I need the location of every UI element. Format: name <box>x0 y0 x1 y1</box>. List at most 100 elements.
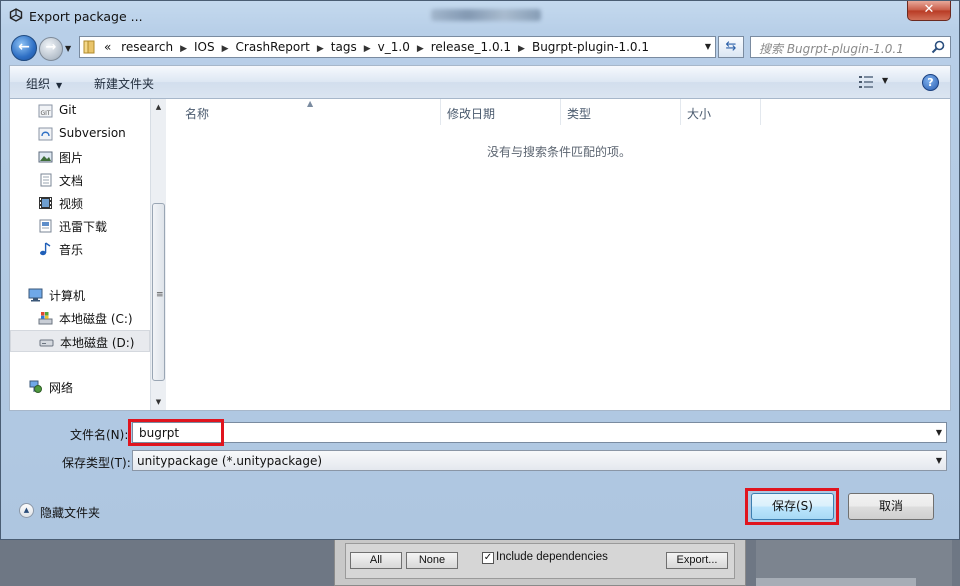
view-options-icon[interactable] <box>858 75 874 89</box>
command-bar: 组织 ▼ 新建文件夹 ▼ ? <box>9 65 951 98</box>
nav-item-label: 网络 <box>49 381 74 395</box>
music-icon <box>40 242 51 256</box>
breadcrumb-separator-icon[interactable]: ▶ <box>518 44 525 54</box>
unity-icon <box>9 8 23 22</box>
nav-item-thunder-downloads[interactable]: 迅雷下载 <box>10 215 150 237</box>
title-bar: Export package ... ✕ <box>1 1 959 31</box>
organize-label: 组织 <box>26 77 51 91</box>
close-button[interactable]: ✕ <box>907 1 951 21</box>
all-button[interactable]: All <box>350 552 402 569</box>
git-folder-icon: GIT <box>38 104 53 118</box>
column-header-label: 修改日期 <box>447 107 496 121</box>
nav-item-git[interactable]: GIT Git <box>10 100 150 122</box>
nav-item-pictures[interactable]: 图片 <box>10 146 150 168</box>
grip-icon: ≡ <box>156 290 164 300</box>
nav-item-label: 计算机 <box>49 289 86 303</box>
scroll-up-icon[interactable]: ▲ <box>151 99 166 115</box>
filetype-value: unitypackage (*.unitypackage) <box>137 454 323 468</box>
browser-area: GIT Git Subversion 图片 文档 视频 迅雷下载 音乐 计算机 … <box>9 98 951 411</box>
breadcrumb-separator-icon[interactable]: ▶ <box>180 44 187 54</box>
nav-pane-scrollbar[interactable]: ▲ ≡ ▼ <box>150 99 166 410</box>
breadcrumb-item[interactable]: Bugrpt-plugin-1.0.1 <box>532 40 649 54</box>
back-button[interactable]: ← <box>11 35 37 61</box>
breadcrumb-item[interactable]: release_1.0.1 <box>431 40 511 54</box>
address-history-chevron-icon[interactable]: ▼ <box>705 42 711 51</box>
breadcrumb: « research ▶ IOS ▶ CrashReport ▶ tags ▶ v_1.0 ▶ re… <box>104 40 649 54</box>
column-header-type[interactable]: 类型 <box>561 99 681 125</box>
nav-item-label: 本地磁盘 (D:) <box>60 336 135 350</box>
file-list: 名称 ▲ 修改日期 类型 大小 没有与搜索条件匹配的项。 <box>167 99 950 410</box>
column-header-name[interactable]: 名称 ▲ <box>167 99 441 125</box>
address-bar[interactable]: « research ▶ IOS ▶ CrashReport ▶ tags ▶ v_1.0 ▶ re… <box>79 36 716 58</box>
sort-ascending-icon: ▲ <box>307 99 314 108</box>
nav-item-label: 视频 <box>59 197 84 211</box>
nav-item-drive-c[interactable]: 本地磁盘 (C:) <box>10 307 150 329</box>
nav-item-network[interactable]: 网络 <box>10 376 150 398</box>
breadcrumb-item[interactable]: CrashReport <box>236 40 310 54</box>
column-header-label: 名称 <box>185 107 210 121</box>
nav-item-label: Git <box>59 103 77 117</box>
nav-item-label: 迅雷下载 <box>59 220 108 234</box>
filename-highlight-box <box>128 419 224 446</box>
folder-icon <box>83 40 95 54</box>
chevron-up-icon: ▲ <box>19 503 34 518</box>
forward-button[interactable]: → <box>39 37 63 61</box>
export-button[interactable]: Export... <box>666 552 728 569</box>
nav-item-documents[interactable]: 文档 <box>10 169 150 191</box>
svn-folder-icon <box>38 127 53 141</box>
hide-folders-label: 隐藏文件夹 <box>40 506 101 520</box>
new-folder-button[interactable]: 新建文件夹 <box>94 75 154 92</box>
column-header-size[interactable]: 大小 <box>681 99 761 125</box>
breadcrumb-item[interactable]: v_1.0 <box>378 40 410 54</box>
nav-item-music[interactable]: 音乐 <box>10 238 150 260</box>
network-icon <box>29 380 42 393</box>
chevron-down-icon: ▼ <box>56 81 63 90</box>
filename-chevron-down-icon[interactable]: ▼ <box>936 428 942 437</box>
nav-item-label: Subversion <box>59 126 126 140</box>
search-icon[interactable] <box>931 40 945 54</box>
nav-item-subversion[interactable]: Subversion <box>10 123 150 145</box>
cancel-button[interactable]: 取消 <box>848 493 934 520</box>
scroll-down-icon[interactable]: ▼ <box>151 394 166 410</box>
redacted-title-area <box>431 9 541 21</box>
search-input[interactable]: 搜索 Bugrpt-plugin-1.0.1 <box>759 40 904 57</box>
save-highlight-box <box>745 488 839 525</box>
nav-item-videos[interactable]: 视频 <box>10 192 150 214</box>
search-box[interactable]: 搜索 Bugrpt-plugin-1.0.1 <box>750 36 951 58</box>
breadcrumb-item[interactable]: tags <box>331 40 357 54</box>
nav-item-label: 图片 <box>59 151 84 165</box>
breadcrumb-separator-icon[interactable]: ▶ <box>364 44 371 54</box>
breadcrumb-overflow[interactable]: « <box>104 40 111 54</box>
refresh-button[interactable]: ⇆ <box>718 36 744 58</box>
view-chevron-down-icon[interactable]: ▼ <box>882 76 888 85</box>
breadcrumb-separator-icon[interactable]: ▶ <box>317 44 324 54</box>
nav-item-label: 本地磁盘 (C:) <box>59 312 133 326</box>
nav-item-label: 音乐 <box>59 243 84 257</box>
organize-menu[interactable]: 组织 ▼ <box>26 75 62 92</box>
breadcrumb-separator-icon[interactable]: ▶ <box>417 44 424 54</box>
nav-item-computer[interactable]: 计算机 <box>10 284 150 306</box>
breadcrumb-item[interactable]: IOS <box>194 40 215 54</box>
filename-label: 文件名(N): <box>70 428 129 442</box>
include-dependencies-checkbox[interactable]: ✓ <box>482 552 494 564</box>
column-header-date-modified[interactable]: 修改日期 <box>441 99 561 125</box>
help-button[interactable]: ? <box>922 74 939 91</box>
breadcrumb-item[interactable]: research <box>121 40 173 54</box>
nav-item-drive-d[interactable]: 本地磁盘 (D:) <box>10 330 150 352</box>
scrollbar-thumb[interactable]: ≡ <box>152 203 165 381</box>
breadcrumb-separator-icon[interactable]: ▶ <box>222 44 229 54</box>
window-title: Export package ... <box>29 9 143 24</box>
empty-folder-message: 没有与搜索条件匹配的项。 <box>487 145 632 159</box>
export-package-panel: All None ✓ Include dependencies Export..… <box>334 538 746 586</box>
include-dependencies-label: Include dependencies <box>496 551 608 563</box>
system-drive-icon <box>38 312 53 325</box>
filetype-select[interactable]: unitypackage (*.unitypackage) ▼ <box>132 450 947 471</box>
computer-icon <box>28 288 43 302</box>
background-area <box>756 540 952 586</box>
filename-field[interactable]: bugrpt ▼ <box>132 422 947 443</box>
drive-icon <box>39 339 54 347</box>
download-folder-icon <box>39 219 52 233</box>
none-button[interactable]: None <box>406 552 458 569</box>
recent-pages-chevron-icon[interactable]: ▼ <box>65 44 71 53</box>
filetype-chevron-down-icon[interactable]: ▼ <box>936 456 942 465</box>
